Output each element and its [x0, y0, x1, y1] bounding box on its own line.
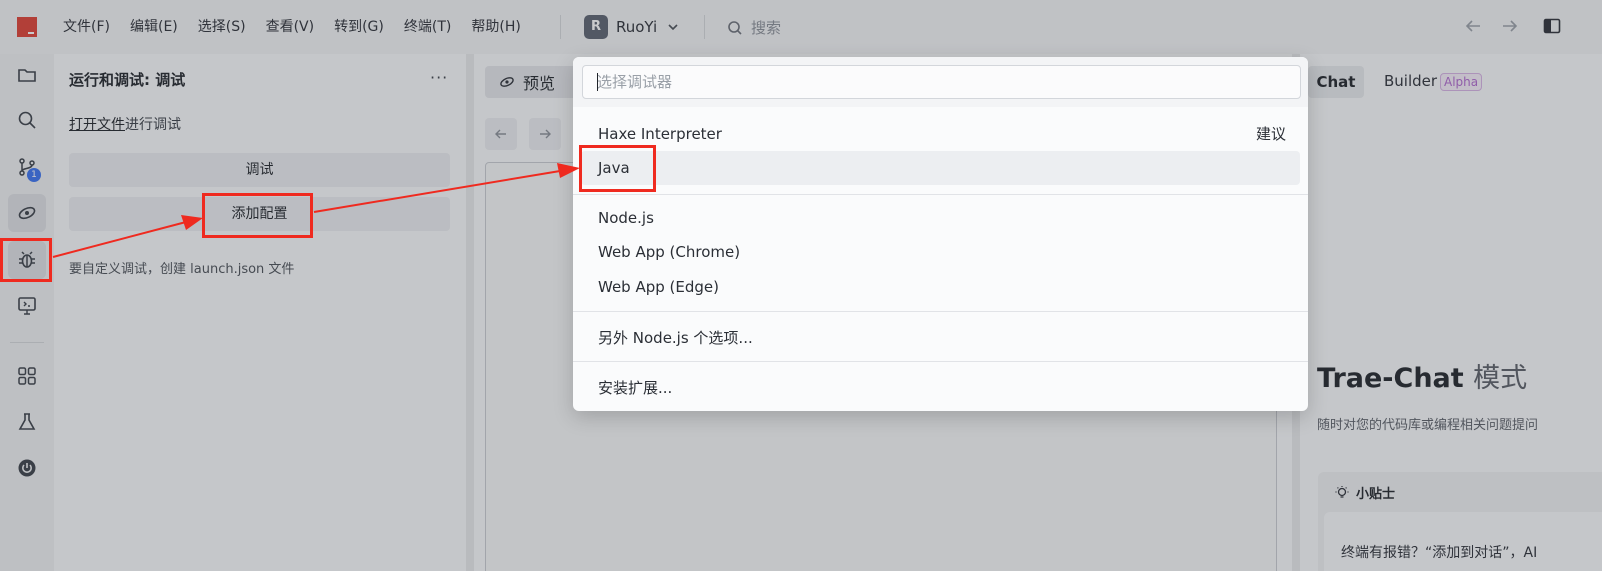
- option-install-extensions[interactable]: 安装扩展...: [581, 371, 1300, 405]
- option-label: Node.js: [598, 209, 654, 227]
- quick-pick-header: [573, 57, 1308, 107]
- option-label: Web App (Edge): [598, 278, 719, 296]
- list-divider: [573, 311, 1308, 312]
- list-divider: [573, 361, 1308, 362]
- option-java[interactable]: Java: [581, 151, 1300, 185]
- debugger-search-input[interactable]: [582, 65, 1301, 99]
- annotation-box-java: [579, 145, 656, 192]
- debugger-quick-pick: Haxe Interpreter 建议 Java Node.js Web App…: [573, 57, 1308, 411]
- option-label: 另外 Node.js 个选项...: [598, 329, 753, 347]
- option-nodejs[interactable]: Node.js: [581, 201, 1300, 235]
- option-web-app-edge[interactable]: Web App (Edge): [581, 270, 1300, 304]
- text-caret: [597, 73, 598, 91]
- recommended-hint: 建议: [1255, 125, 1286, 143]
- option-more-nodejs[interactable]: 另外 Node.js 个选项...: [581, 321, 1300, 355]
- annotation-box-add-config: [202, 193, 313, 238]
- option-label: Web App (Chrome): [598, 243, 741, 261]
- option-haxe-interpreter[interactable]: Haxe Interpreter 建议: [581, 117, 1300, 151]
- list-divider: [573, 194, 1308, 195]
- option-label: Haxe Interpreter: [598, 125, 722, 143]
- option-label: 安装扩展...: [598, 379, 673, 397]
- annotation-box-debug-icon: [0, 238, 52, 282]
- option-web-app-chrome[interactable]: Web App (Chrome): [581, 235, 1300, 269]
